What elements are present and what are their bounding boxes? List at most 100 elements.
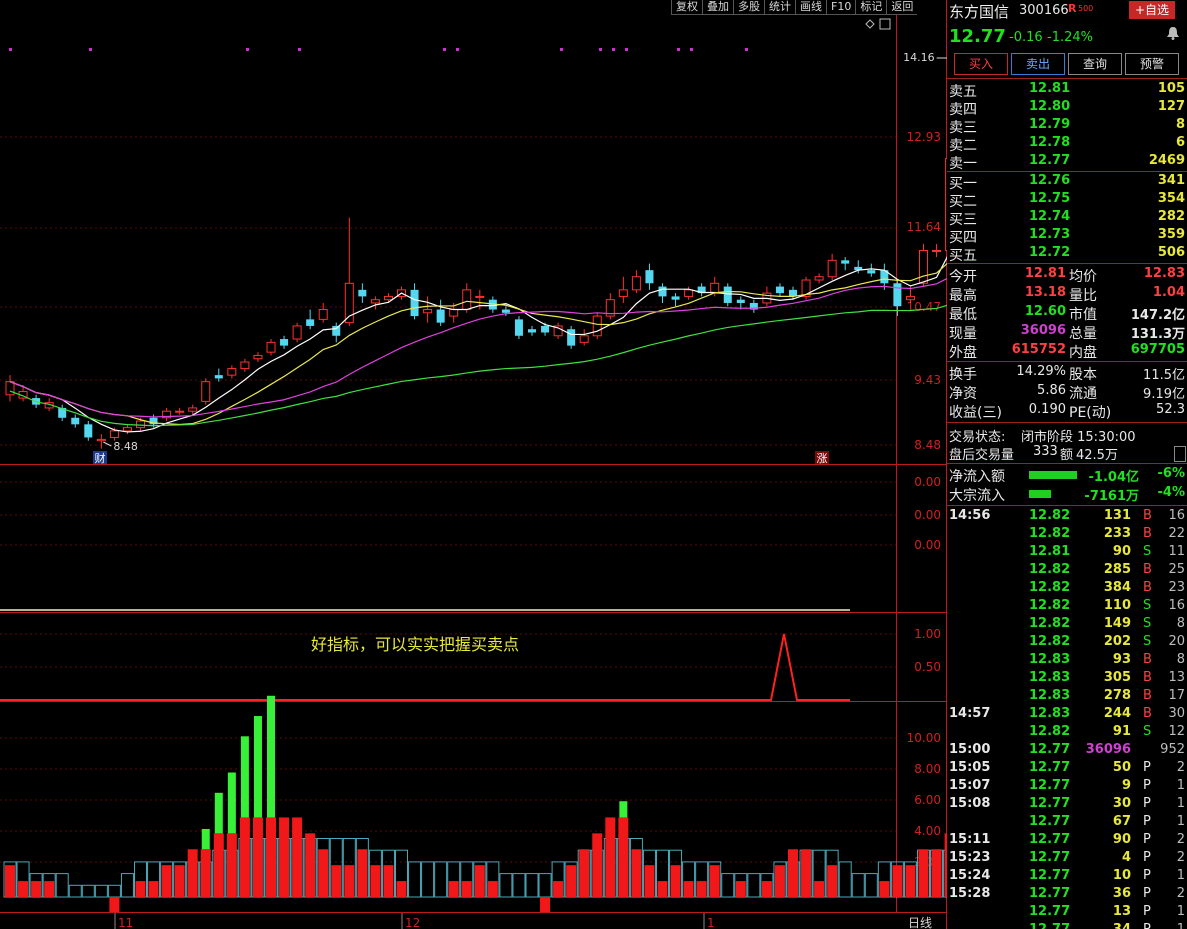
- toolbar-button[interactable]: 统计: [764, 0, 795, 15]
- candle-body-down: [332, 325, 341, 336]
- stat-value: 147.2亿: [1130, 308, 1185, 323]
- candle-body-down: [658, 286, 667, 297]
- tick-row: 15:00 12.77 36096 952: [947, 742, 1187, 760]
- toolbar-button[interactable]: F10: [826, 0, 856, 15]
- book-price: 12.72: [1029, 245, 1071, 260]
- hist-outline: [538, 873, 552, 898]
- book-label: 买五: [949, 248, 977, 264]
- query-button[interactable]: 查询: [1068, 53, 1122, 75]
- tick-row: 12.82 285 B 25: [947, 562, 1187, 580]
- hist-bar-red: [879, 881, 890, 897]
- tick-row: 12.82 110 S 16: [947, 598, 1187, 616]
- sell-button[interactable]: 卖出: [1011, 53, 1065, 75]
- candle-body-down: [567, 329, 576, 346]
- tick-row: 12.82 384 B 23: [947, 580, 1187, 598]
- tick-time: 15:08: [949, 796, 991, 811]
- tick-price: 12.83: [1029, 688, 1071, 703]
- tick-row: 15:28 12.77 36 P 2: [947, 886, 1187, 904]
- book-label: 卖四: [949, 102, 977, 118]
- stat-label: 收益(三): [949, 405, 1002, 421]
- candle-body-down: [541, 325, 550, 333]
- stat-value: 36096: [1020, 323, 1066, 338]
- tick-price: 12.82: [1029, 724, 1071, 739]
- book-volume: 127: [1157, 99, 1185, 114]
- toolbar-button[interactable]: 画线: [795, 0, 826, 15]
- toolbar-button[interactable]: 标记: [855, 0, 887, 15]
- tick-price: 12.77: [1029, 868, 1071, 883]
- hist-outline: [864, 873, 878, 898]
- buy-button[interactable]: 买入: [954, 53, 1008, 75]
- kline-chart[interactable]: 12.93 11.64 10.47 9.43 8.48 14.16 8.48 财 涨 0.00 0.…: [0, 0, 947, 929]
- hist-bar-red: [487, 881, 498, 897]
- stat-label: 量比: [1069, 288, 1097, 304]
- stat-value: 13.18: [1024, 285, 1066, 300]
- stat-label: 今开: [949, 269, 977, 285]
- hist-bar-red: [709, 865, 720, 897]
- ind3-axis-label: 10.00: [907, 731, 941, 745]
- ind2-axis-label: 0.50: [914, 660, 941, 674]
- book-volume: 105: [1157, 81, 1185, 96]
- tick-price: 12.82: [1029, 598, 1071, 613]
- expand-icon[interactable]: [1174, 446, 1186, 462]
- tick-price: 12.83: [1029, 652, 1071, 667]
- tick-count: 1: [1177, 922, 1185, 929]
- candle-body-up: [905, 295, 915, 301]
- book-label: 卖五: [949, 84, 977, 100]
- tick-price: 12.83: [1029, 670, 1071, 685]
- hist-outline: [499, 873, 513, 898]
- book-price: 12.78: [1029, 135, 1071, 150]
- toolbar-button[interactable]: 返回: [886, 0, 918, 15]
- hist-outline: [838, 861, 852, 898]
- book-row: 买五 12.72 506: [947, 245, 1187, 264]
- flow-row: 大宗流入 -7161万 -4%: [947, 485, 1187, 504]
- tick-volume: 30: [1112, 796, 1131, 811]
- book-volume: 282: [1157, 209, 1185, 224]
- hist-bar-red: [801, 849, 812, 897]
- tick-count: 2: [1176, 850, 1185, 865]
- stat-value: 131.3万: [1130, 327, 1185, 342]
- candle-body-down: [528, 329, 536, 333]
- toolbar-button[interactable]: 叠加: [702, 0, 733, 15]
- signal-dot: [599, 48, 602, 51]
- bell-icon[interactable]: [1166, 26, 1180, 40]
- hist-bar-red: [187, 849, 198, 897]
- book-label: 卖三: [949, 120, 977, 136]
- tick-price: 12.77: [1029, 832, 1071, 847]
- hist-bar-red: [761, 881, 772, 897]
- after-hours-row: 盘后交易量 333 额 42.5万: [949, 444, 1118, 463]
- candle-body-up: [827, 259, 837, 278]
- ma10-line: [9, 262, 947, 426]
- hist-bar-red: [670, 865, 681, 897]
- ind3-axis-label: 8.00: [914, 762, 941, 776]
- book-row: 卖二 12.78 6: [947, 135, 1187, 154]
- book-label: 卖二: [949, 138, 977, 154]
- tick-row: 12.83 93 B 8: [947, 652, 1187, 670]
- tick-price: 12.77: [1029, 778, 1071, 793]
- price-axis-label: 12.93: [907, 130, 941, 144]
- tick-volume: 34: [1113, 922, 1131, 929]
- candle-body-down: [514, 319, 523, 336]
- tick-row: 12.82 149 S 8: [947, 616, 1187, 634]
- tick-volume: 36096: [1085, 742, 1131, 757]
- book-volume: 2469: [1148, 153, 1185, 168]
- book-volume: 8: [1175, 117, 1185, 132]
- toolbar-button[interactable]: 复权: [671, 0, 702, 15]
- stat-label: 净资: [949, 386, 977, 402]
- alert-button[interactable]: 预警: [1125, 53, 1179, 75]
- stat-label: 最低: [949, 307, 977, 323]
- tick-price: 12.77: [1029, 886, 1071, 901]
- add-favorite-button[interactable]: +自选: [1129, 1, 1175, 19]
- flow-label: 大宗流入: [949, 488, 1005, 504]
- tick-volume: 13: [1112, 904, 1131, 919]
- hist-bar-red-neg: [540, 897, 551, 912]
- tick-count: 16: [1168, 598, 1185, 613]
- toolbar-button[interactable]: 多股: [733, 0, 764, 15]
- hist-outline: [434, 861, 448, 898]
- chart-toolbar: 复权 叠加 多股 统计 画线 F10 标记 返回: [671, 0, 918, 15]
- tick-price: 12.77: [1029, 742, 1071, 757]
- tick-side: B: [1143, 706, 1152, 721]
- hist-bar-red: [18, 881, 29, 897]
- candle-body-up: [919, 249, 928, 284]
- hist-bar-red: [696, 881, 707, 897]
- hist-outline: [94, 884, 108, 898]
